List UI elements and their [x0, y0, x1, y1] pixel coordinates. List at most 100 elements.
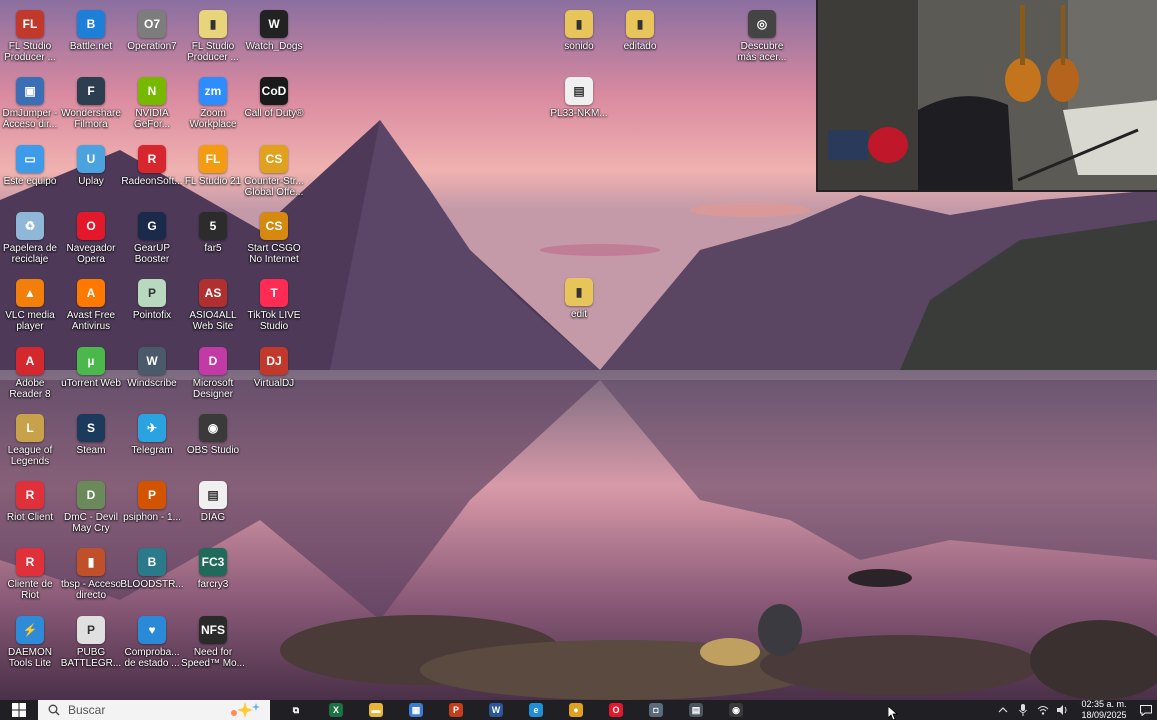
desktop-icon[interactable]: Ppsiphon - 1...	[121, 476, 183, 540]
desktop-icon[interactable]: ✈ Telegram	[121, 409, 183, 473]
desktop-icon[interactable]: CS Start CSGO No Internet	[243, 207, 305, 271]
camera-icon: ◘	[649, 703, 663, 717]
excel-icon: X	[329, 703, 343, 717]
desktop-icon[interactable]: A Avast Free Antivirus	[60, 274, 122, 338]
app-icon: ▮	[565, 10, 593, 38]
desktop-icon[interactable]: W Watch_Dogs	[243, 5, 305, 69]
taskbar-app-store[interactable]: ▦	[396, 700, 436, 720]
desktop-icon[interactable]: 5 far5	[182, 207, 244, 271]
desktop-icon[interactable]: ▮ editado	[609, 5, 671, 69]
volume-icon[interactable]	[1053, 700, 1073, 720]
desktop-icon[interactable]: ▮ FL Studio Producer ...	[182, 5, 244, 69]
desktop-icon[interactable]: O7 Operation7	[121, 5, 183, 69]
desktop-icon[interactable]: CoD Call of Duty®	[243, 72, 305, 136]
desktop-icon[interactable]: ▤ DIAG	[182, 476, 244, 540]
app-icon: ▤	[199, 481, 227, 510]
app-icon: L	[16, 413, 44, 442]
windows-logo-icon	[12, 703, 26, 717]
desktop-icon[interactable]: NFS Need for Speed™ Mo...	[181, 611, 245, 675]
show-hidden-icons-icon[interactable]	[993, 700, 1013, 720]
app-icon: ✈	[138, 413, 166, 442]
app-icon: O	[77, 211, 105, 240]
desktop-icon[interactable]: B BLOODSTR...	[120, 543, 184, 607]
taskbar-app-excel[interactable]: X	[316, 700, 356, 720]
app-icon: R	[138, 144, 166, 173]
search-highlight-icon	[231, 702, 260, 718]
desktop-icon[interactable]: N NVIDIA GeFor...	[121, 72, 183, 136]
desktop-icon-label: Avast Free Antivirus	[66, 310, 116, 333]
desktop-icon[interactable]: A Adobe Reader 8	[0, 342, 61, 406]
app-icon: R	[16, 481, 44, 510]
desktop-icon[interactable]: T TikTok LIVE Studio	[243, 274, 305, 338]
desktop-icon[interactable]: D DmC - Devil May Cry	[60, 476, 122, 540]
notification-icon	[1140, 704, 1152, 716]
desktop-icon[interactable]: R RadeonSoft...	[121, 140, 183, 204]
desktop-icon[interactable]: DJ VirtualDJ	[243, 342, 305, 406]
desktop-icon-label: editado	[623, 41, 657, 52]
taskbar-clock[interactable]: 02:35 a. m. 18/09/2025	[1073, 700, 1135, 720]
desktop-icon-label: Riot Client	[6, 512, 54, 524]
desktop-icon[interactable]: ▮ tbsp - Acceso directo	[60, 543, 122, 607]
desktop-icon[interactable]: ♻ Papelera de reciclaje	[0, 207, 61, 271]
desktop-icon[interactable]: O Navegador Opera	[60, 207, 122, 271]
desktop-icon-label: DmJumper - Acceso dir...	[2, 108, 58, 131]
desktop-icon[interactable]: D Microsoft Designer	[182, 342, 244, 406]
app-icon: B	[138, 548, 166, 577]
desktop-icon[interactable]: zm Zoom Workplace	[182, 72, 244, 136]
desktop-icon[interactable]: P Pointofix	[121, 274, 183, 338]
desktop-icon[interactable]: R Cliente de Riot	[0, 543, 61, 607]
app-icon: ▮	[199, 10, 227, 38]
desktop-icon[interactable]: U Uplay	[60, 140, 122, 204]
desktop-icon[interactable]: ▣ DmJumper - Acceso dir...	[0, 72, 61, 136]
desktop-icon[interactable]: L League of Legends	[0, 409, 61, 473]
desktop-icon[interactable]: ◉ OBS Studio	[182, 409, 244, 473]
desktop-icon[interactable]: P PUBG BATTLEGR...	[60, 611, 122, 675]
taskbar-app-chrome[interactable]: ●	[556, 700, 596, 720]
taskbar-app-edge[interactable]: e	[516, 700, 556, 720]
desktop-icon[interactable]: ▤ PL33-NKM...	[548, 72, 610, 136]
app-icon: µ	[77, 346, 105, 375]
start-button[interactable]	[0, 700, 38, 720]
taskbar-app-obs[interactable]: ◉	[716, 700, 756, 720]
notification-center-button[interactable]	[1135, 700, 1157, 720]
taskbar-app-opera[interactable]: O	[596, 700, 636, 720]
desktop-icon-label: FL Studio Producer ...	[187, 41, 239, 63]
taskbar-app-file-explorer[interactable]: ▬	[356, 700, 396, 720]
search-input[interactable]	[68, 703, 238, 717]
desktop-icon[interactable]: FL FL Studio 21	[182, 140, 244, 204]
desktop-icon[interactable]: F Wondershare Filmora	[60, 72, 122, 136]
taskbar-app-word[interactable]: W	[476, 700, 516, 720]
taskbar-app-calculator[interactable]: ▤	[676, 700, 716, 720]
desktop-icon-label: far5	[204, 242, 222, 254]
desktop-icon[interactable]: ⚡ DAEMON Tools Lite	[0, 611, 61, 675]
taskbar-app-camera[interactable]: ◘	[636, 700, 676, 720]
taskbar-app-powerpoint[interactable]: P	[436, 700, 476, 720]
microphone-icon[interactable]	[1013, 700, 1033, 720]
desktop-icon[interactable]: FC3 farcry3	[182, 543, 244, 607]
desktop-icon[interactable]: ▮ sonido	[548, 5, 610, 69]
desktop-icon[interactable]: ▲ VLC media player	[0, 274, 61, 338]
desktop-icon[interactable]: W Windscribe	[121, 342, 183, 406]
desktop-icon-label: BLOODSTR...	[120, 579, 184, 591]
edge-icon: e	[529, 703, 543, 717]
desktop-icon[interactable]: FL FL Studio Producer ...	[0, 5, 61, 69]
desktop-icon[interactable]: ▮ edit	[548, 273, 610, 337]
desktop-icon[interactable]: AS ASIO4ALL Web Site	[182, 274, 244, 338]
desktop-icon[interactable]: R Riot Client	[0, 476, 61, 540]
app-icon: ▤	[565, 77, 593, 105]
desktop-icon[interactable]: S Steam	[60, 409, 122, 473]
desktop-icon[interactable]: G GearUP Booster	[121, 207, 183, 271]
taskbar-search[interactable]	[38, 700, 270, 720]
app-icon: G	[138, 211, 166, 240]
desktop-icon-label: Microsoft Designer	[192, 377, 234, 400]
network-icon[interactable]	[1033, 700, 1053, 720]
desktop-icon[interactable]: µ uTorrent Web	[60, 342, 122, 406]
desktop-icon-label: Call of Duty®	[244, 108, 304, 120]
app-icon: FL	[199, 144, 227, 173]
taskbar-app-task-view[interactable]: ⧉	[276, 700, 316, 720]
desktop-icon[interactable]: ♥ Comproba... de estado ...	[121, 611, 183, 675]
desktop-icon[interactable]: ▭ Este equipo	[0, 140, 61, 204]
desktop-icon[interactable]: B Battle.net	[60, 5, 122, 69]
desktop-icon[interactable]: ◎ Descubre más acer...	[731, 5, 793, 69]
desktop-icon[interactable]: CS Counter-Str... Global Offe...	[243, 140, 305, 204]
